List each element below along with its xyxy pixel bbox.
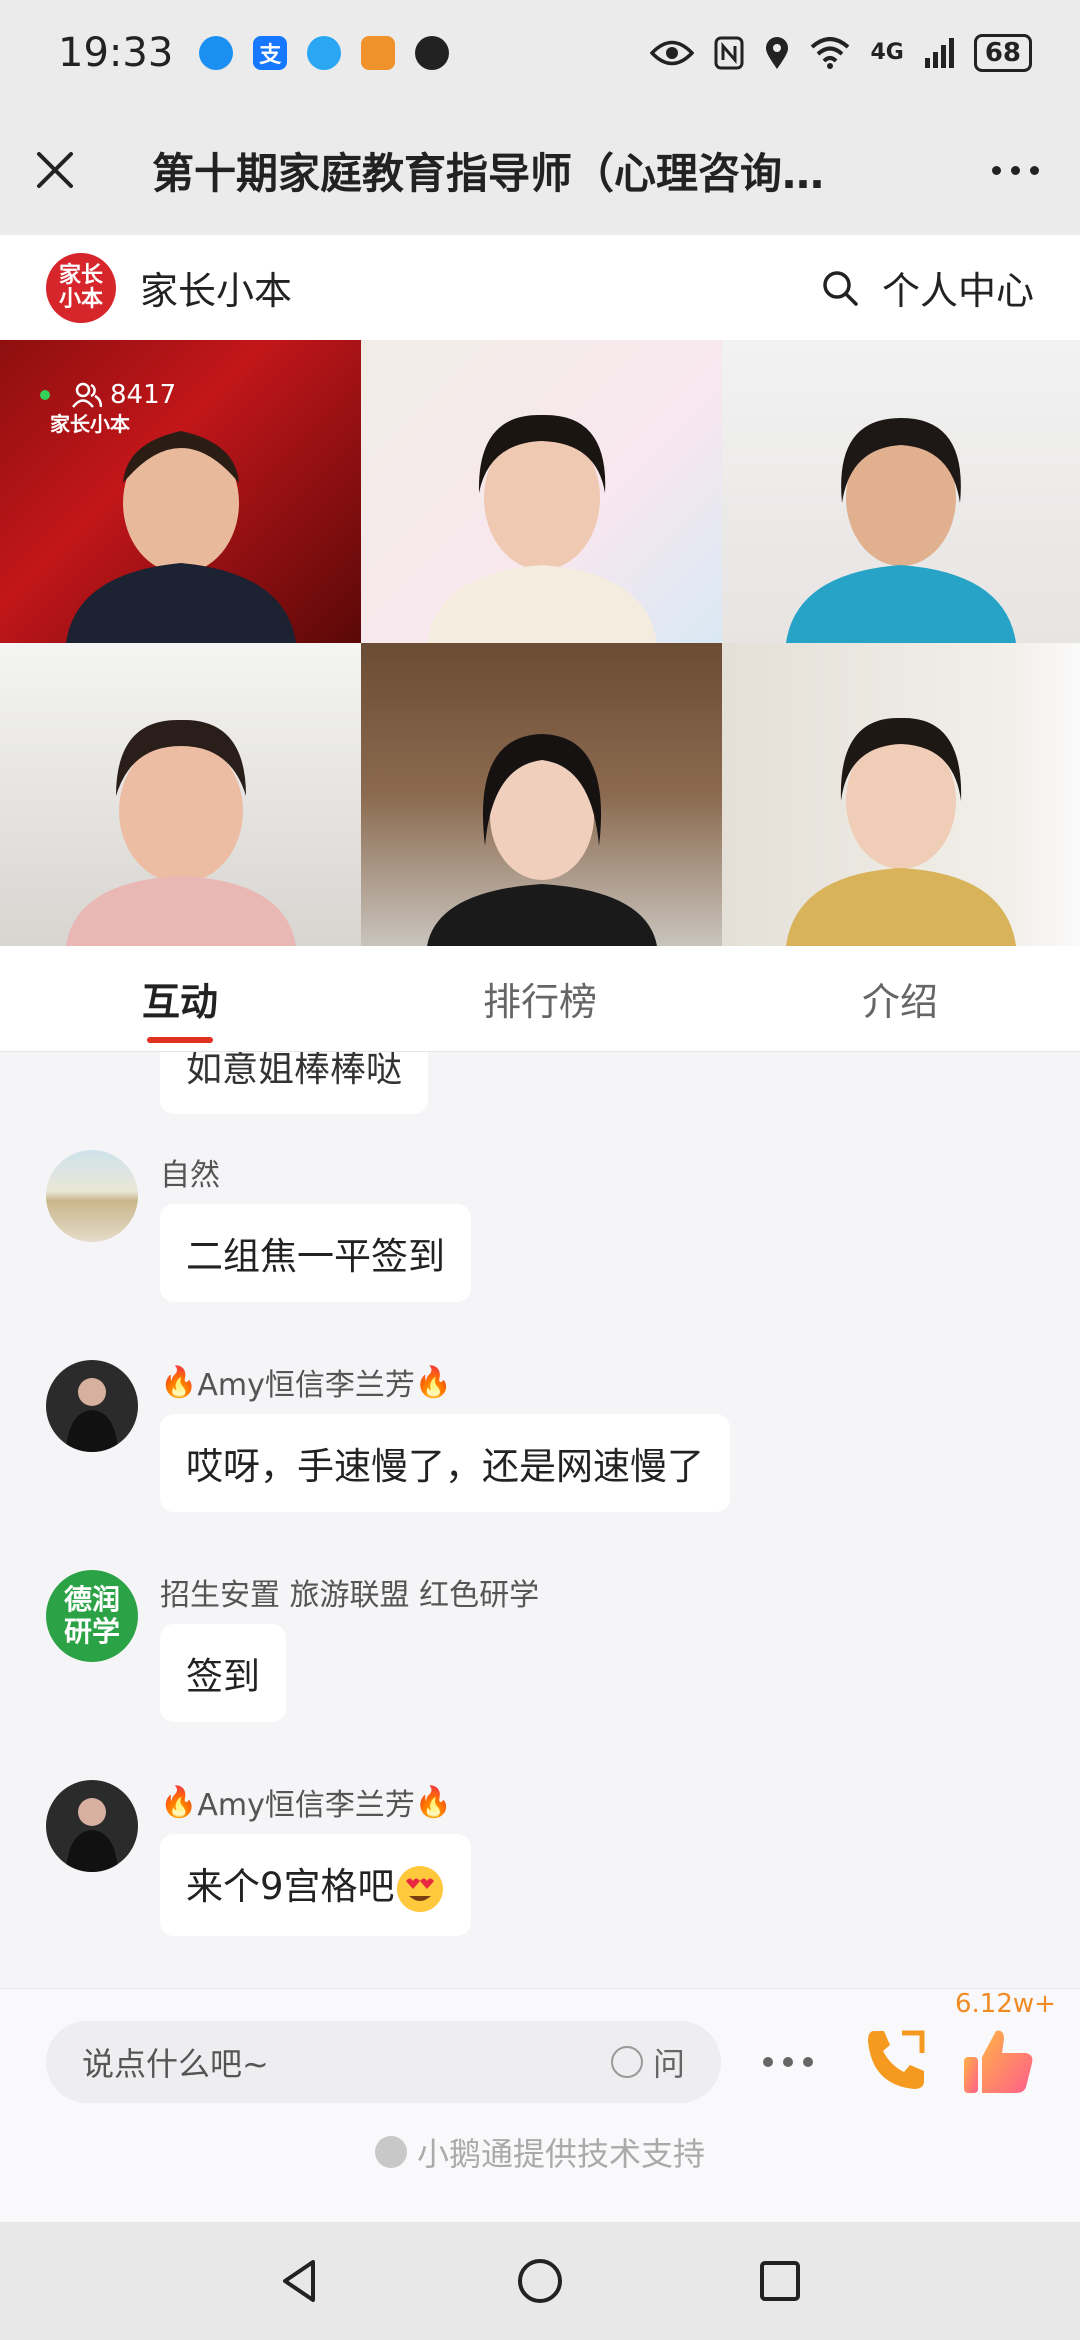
- sender-name: 自然: [160, 1158, 220, 1193]
- chat-bubble-text: 来个9宫格吧: [186, 1865, 395, 1908]
- brand-logo-text: 家长小本: [58, 262, 103, 312]
- chat-bubble: 二组焦一平签到: [160, 1204, 471, 1302]
- close-button[interactable]: [0, 105, 110, 235]
- close-icon: [37, 152, 73, 188]
- chat-input-bar: 说点什么吧~ 问 6.12w+ 小鹅通提供技术支持: [0, 1988, 1080, 2222]
- person-photo-icon: [66, 1798, 118, 1872]
- more-actions-button[interactable]: [763, 2057, 813, 2067]
- more-dot-icon: [783, 2057, 793, 2067]
- video-tile-participant[interactable]: [361, 340, 722, 643]
- network-label: 4G: [870, 40, 904, 65]
- video-tile-participant[interactable]: [722, 643, 1080, 946]
- chat-bubble: 哎呀，手速慢了，还是网速慢了: [160, 1414, 730, 1512]
- nfc-icon: [714, 36, 744, 69]
- qq-icon: [415, 35, 450, 70]
- brand-name[interactable]: 家长小本: [140, 260, 292, 315]
- participant-video-icon: [426, 414, 657, 643]
- live-dot-icon: [40, 390, 50, 400]
- avatar[interactable]: 德润研学: [46, 1570, 138, 1662]
- page-title: 第十期家庭教育指导师（心理咨询…: [152, 148, 825, 198]
- xiaoe-logo-icon: [374, 2136, 407, 2168]
- title-bar: 第十期家庭教育指导师（心理咨询…: [0, 105, 1080, 235]
- video-tile-participant[interactable]: [361, 643, 722, 946]
- participant-video-icon: [65, 719, 296, 946]
- fire-icon: 🔥: [160, 1364, 198, 1400]
- participant-video-icon: [426, 734, 657, 946]
- ask-label: 问: [652, 2045, 685, 2083]
- chat-bubble: 来个9宫格吧: [160, 1834, 471, 1936]
- chat-message: 🔥 Amy恒信李兰芳 🔥 哎呀，手速慢了，还是网速慢了: [46, 1360, 730, 1512]
- video-tile-host[interactable]: 8417 家长小本: [0, 340, 361, 643]
- more-dot-icon: [1010, 165, 1020, 175]
- back-icon[interactable]: [275, 2256, 325, 2306]
- chat-bubble: 签到: [160, 1624, 286, 1722]
- home-icon[interactable]: [515, 2256, 565, 2306]
- live-video-grid[interactable]: 8417 家长小本: [0, 340, 1080, 946]
- chat-message: 自然 二组焦一平签到: [46, 1150, 471, 1302]
- like-count: 6.12w+: [955, 1989, 1056, 2019]
- sender-name-text: Amy恒信李兰芳: [197, 1368, 415, 1403]
- status-bar: 19:33 支 4G 68: [0, 0, 1080, 105]
- more-dot-icon: [763, 2057, 773, 2067]
- search-icon[interactable]: [820, 268, 860, 308]
- brand-logo[interactable]: 家长小本: [46, 252, 116, 323]
- chat-list[interactable]: 如意姐棒棒哒 自然 二组焦一平签到 🔥 Amy恒信李兰芳 🔥 哎呀，手速慢了，还是网…: [0, 1052, 1080, 1988]
- sender-name: 🔥 Amy恒信李兰芳 🔥: [160, 1780, 471, 1824]
- tab-introduction[interactable]: 介绍: [720, 946, 1080, 1051]
- browser-icon: [199, 35, 234, 70]
- chat-bubble: 如意姐棒棒哒: [160, 1052, 429, 1114]
- video-tile-participant[interactable]: [722, 340, 1080, 643]
- tab-ranking[interactable]: 排行榜: [360, 946, 720, 1051]
- more-options-button[interactable]: [950, 165, 1080, 175]
- status-time: 19:33: [58, 29, 174, 76]
- avatar-text: 德润研学: [63, 1583, 120, 1648]
- wifi-icon: [811, 36, 850, 69]
- video-tile-participant[interactable]: [0, 643, 361, 946]
- powered-by-text: 小鹅通提供技术支持: [416, 2135, 705, 2173]
- fire-icon: 🔥: [160, 1784, 198, 1820]
- shield-icon: [361, 35, 396, 70]
- participant-video-icon: [786, 418, 1016, 643]
- more-dot-icon: [991, 165, 1001, 175]
- system-nav-bar: [0, 2222, 1080, 2340]
- brand-bar: 家长小本 家长小本 个人中心: [0, 235, 1080, 340]
- ask-question-toggle[interactable]: 问: [610, 2039, 685, 2085]
- sender-name: 🔥 Amy恒信李兰芳 🔥: [160, 1360, 730, 1404]
- comment-input[interactable]: 说点什么吧~ 问: [46, 2021, 721, 2103]
- chat-message: 德润研学 招生安置 旅游联盟 红色研学 签到: [46, 1570, 539, 1722]
- tab-bar: 互动 排行榜 介绍: [0, 946, 1080, 1052]
- avatar[interactable]: [46, 1780, 138, 1872]
- chat-message: 🔥 Amy恒信李兰芳 🔥 来个9宫格吧: [46, 1780, 471, 1936]
- thumbs-up-icon[interactable]: [960, 2023, 1036, 2099]
- more-dot-icon: [1029, 165, 1039, 175]
- personal-center-link[interactable]: 个人中心: [882, 260, 1034, 315]
- phone-call-icon[interactable]: [860, 2023, 932, 2095]
- sender-name-text: Amy恒信李兰芳: [197, 1788, 415, 1823]
- recents-icon[interactable]: [755, 2256, 805, 2306]
- radio-icon: [610, 2046, 643, 2078]
- powered-by: 小鹅通提供技术支持: [0, 2129, 1080, 2175]
- eye-icon: [650, 40, 695, 65]
- sender-name: 招生安置 旅游联盟 红色研学: [160, 1578, 540, 1613]
- signal-icon: [924, 37, 954, 68]
- more-dot-icon: [803, 2057, 813, 2067]
- avatar[interactable]: [46, 1150, 138, 1242]
- heart-eyes-emoji-icon: [396, 1865, 443, 1912]
- comment-input-placeholder: 说点什么吧~: [82, 2045, 269, 2083]
- person-photo-icon: [66, 1378, 118, 1452]
- battery-indicator: 68: [973, 33, 1032, 72]
- alipay-icon: 支: [253, 35, 288, 70]
- participant-video-icon: [786, 717, 1016, 946]
- participant-video-icon: [65, 431, 296, 643]
- notification-icons: 支: [199, 35, 450, 70]
- fire-icon: 🔥: [414, 1364, 453, 1400]
- tab-interaction[interactable]: 互动: [0, 946, 360, 1051]
- fire-icon: 🔥: [414, 1784, 453, 1820]
- avatar[interactable]: [46, 1360, 138, 1452]
- message-icon: [307, 35, 342, 70]
- location-icon: [766, 36, 789, 69]
